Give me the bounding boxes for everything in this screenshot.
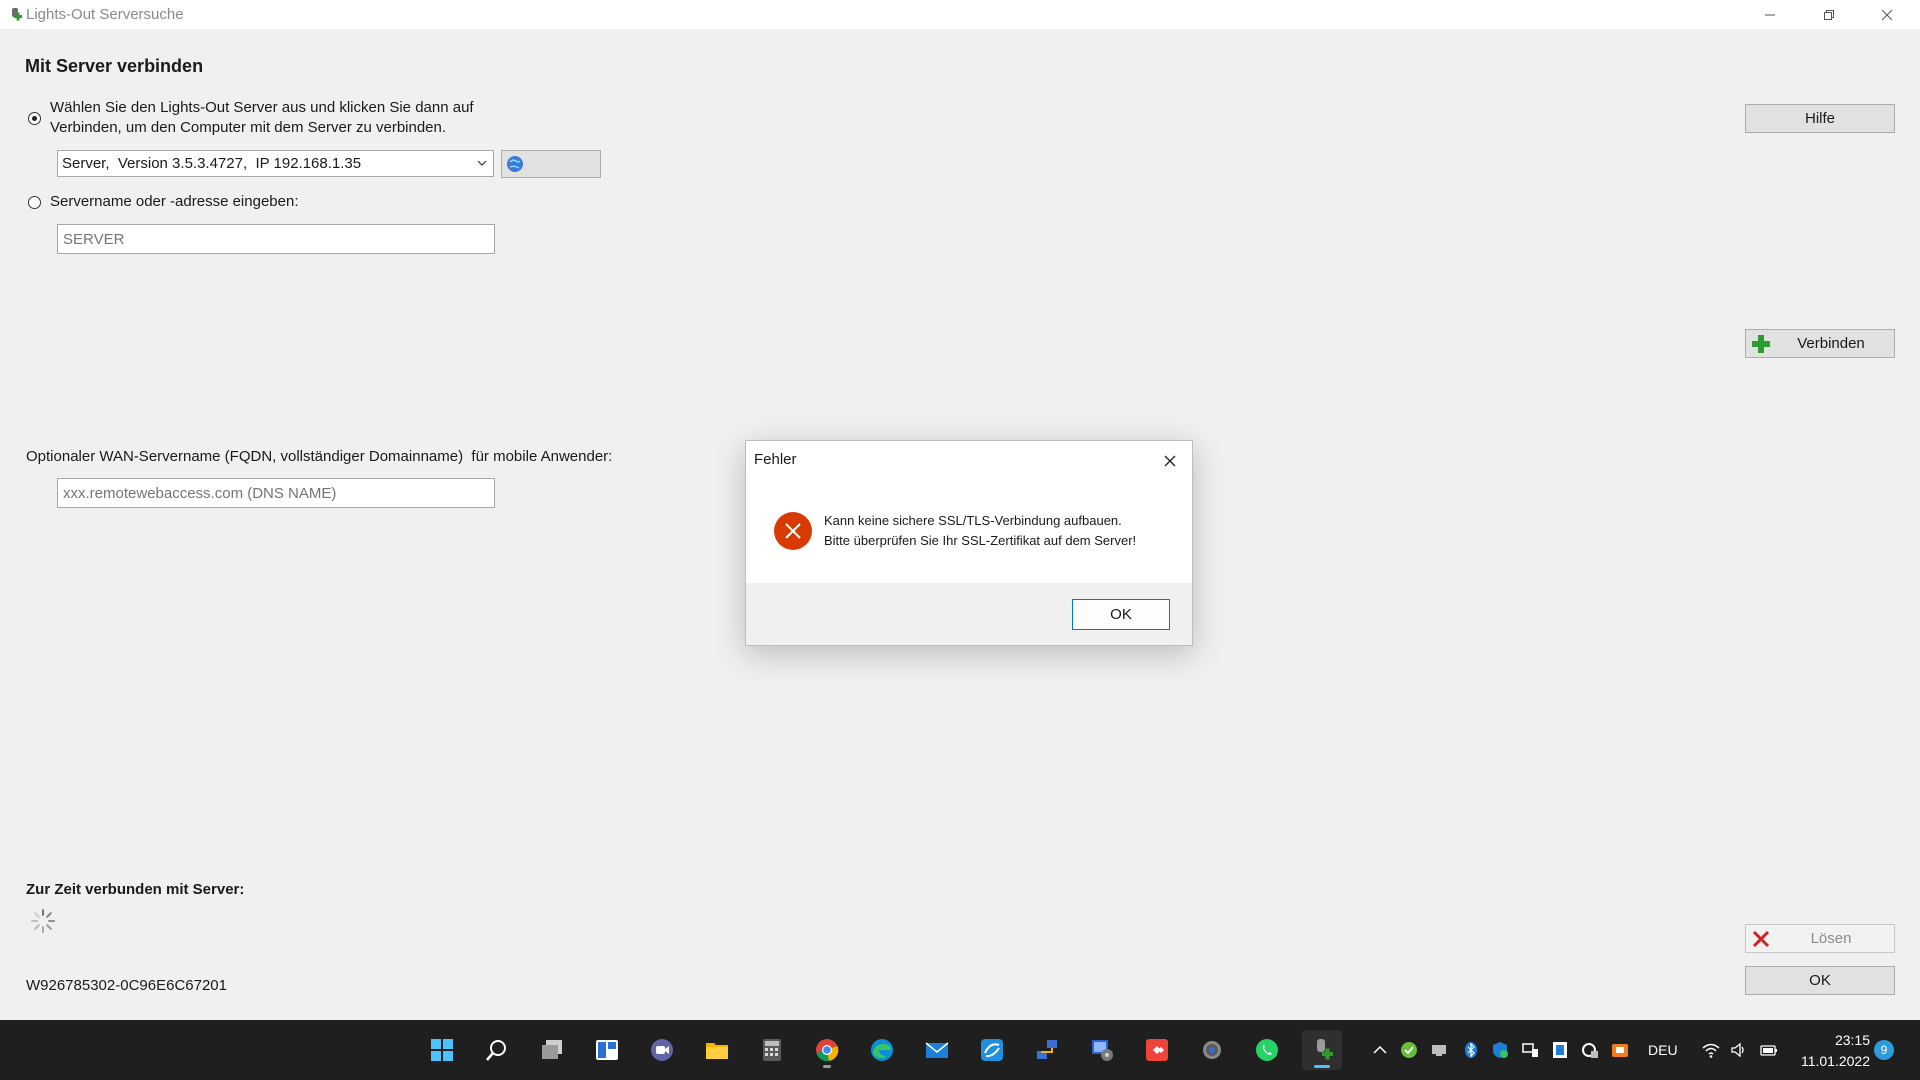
widgets-icon (596, 1040, 618, 1060)
disconnect-button[interactable]: Lösen (1745, 924, 1895, 953)
wifi-icon[interactable] (1702, 1041, 1720, 1059)
taskbar: DEU 23:15 11.01.2022 9 (0, 1020, 1920, 1080)
restore-icon (1824, 9, 1834, 20)
whatsapp-icon (1256, 1039, 1278, 1061)
settings-badge-tray-icon[interactable] (1581, 1041, 1599, 1059)
volume-icon[interactable] (1730, 1041, 1748, 1059)
calculator-icon (763, 1039, 781, 1061)
lights-out-icon (1317, 1039, 1333, 1060)
battery-icon[interactable] (1760, 1041, 1778, 1059)
error-dialog: Fehler Kann keine sichere SSL/TLS-Verbin… (745, 440, 1193, 646)
radio-manual-server-label[interactable]: Servername oder -adresse eingeben: (50, 192, 298, 212)
title-bar: Lights-Out Serversuche (0, 0, 1920, 29)
disconnect-button-label: Lösen (1810, 930, 1852, 947)
connect-heading: Mit Server verbinden (25, 56, 204, 76)
radio-select-server-label[interactable]: Wählen Sie den Lights-Out Server aus und… (50, 98, 510, 138)
help-button-label: Hilfe (1804, 110, 1835, 127)
chrome-open-indicator (823, 1065, 831, 1068)
connected-server-heading: Zur Zeit verbunden mit Server: (26, 881, 245, 898)
taskbar-server-tool[interactable] (1082, 1030, 1122, 1070)
chevron-up-icon[interactable] (1371, 1041, 1389, 1059)
lights-out-active-indicator (1314, 1065, 1330, 1068)
wan-server-input[interactable] (57, 478, 495, 508)
refresh-servers-button[interactable] (501, 150, 601, 178)
wan-server-label: Optionaler WAN-Servername (FQDN, vollstä… (26, 448, 613, 465)
taskbar-network-tool[interactable] (1027, 1030, 1067, 1070)
input-language[interactable]: DEU (1648, 1042, 1678, 1058)
gear-icon (1203, 1041, 1221, 1059)
minimize-button[interactable] (1741, 0, 1799, 29)
taskbar-settings[interactable] (1192, 1030, 1232, 1070)
close-icon (1881, 9, 1893, 20)
network-icon (1037, 1040, 1057, 1059)
server-icon (1092, 1040, 1113, 1061)
taskbar-lights-out[interactable] (1302, 1030, 1342, 1070)
taskbar-whatsapp[interactable] (1247, 1030, 1287, 1070)
check-shield-icon[interactable] (1400, 1041, 1418, 1059)
dialog-ok-button[interactable]: OK (1072, 599, 1170, 630)
clock-date[interactable]: 11.01.2022 (1798, 1053, 1870, 1069)
taskbar-calculator[interactable] (752, 1030, 792, 1070)
taskbar-widgets[interactable] (587, 1030, 627, 1070)
taskbar-anydesk[interactable] (1137, 1030, 1177, 1070)
start-button[interactable] (422, 1030, 462, 1070)
radio-select-server[interactable] (28, 112, 41, 125)
bluetooth-icon[interactable] (1462, 1041, 1480, 1059)
dialog-close-icon[interactable] (1158, 449, 1182, 473)
server-name-input[interactable] (57, 224, 495, 254)
chrome-icon (816, 1039, 839, 1062)
chevron-down-icon (477, 160, 487, 166)
orange-app-tray-icon[interactable] (1611, 1041, 1629, 1059)
taskbar-remote-app[interactable] (972, 1030, 1012, 1070)
device-id: W926785302-0C96E6C67201 (26, 977, 227, 994)
dialog-message-line1: Kann keine sichere SSL/TLS-Verbindung au… (824, 513, 1122, 528)
windows-security-icon[interactable] (1491, 1041, 1509, 1059)
document-tray-icon[interactable] (1551, 1041, 1569, 1059)
radio-manual-server[interactable] (28, 196, 41, 209)
dialog-ok-label: OK (1110, 606, 1132, 623)
error-icon (774, 512, 812, 550)
server-combobox-value: Server, Version 3.5.3.4727, IP 192.168.1… (62, 155, 362, 172)
ok-button-label: OK (1809, 972, 1831, 989)
ok-button[interactable]: OK (1745, 966, 1895, 995)
connect-button-label: Verbinden (1797, 335, 1865, 352)
mail-icon (925, 1042, 949, 1058)
task-view-icon (542, 1040, 562, 1059)
monitor-tray-icon[interactable] (1521, 1041, 1539, 1059)
notification-badge[interactable]: 9 (1874, 1040, 1894, 1060)
taskbar-search[interactable] (477, 1030, 517, 1070)
taskbar-mail[interactable] (917, 1030, 957, 1070)
windows-start-icon (431, 1039, 453, 1061)
server-combobox[interactable]: Server, Version 3.5.3.4727, IP 192.168.1… (57, 150, 494, 177)
taskbar-chrome[interactable] (807, 1030, 847, 1070)
dialog-message-line2: Bitte überprüfen Sie Ihr SSL-Zertifikat … (824, 533, 1137, 548)
close-button[interactable] (1858, 0, 1916, 29)
globe-refresh-icon (507, 156, 523, 172)
connect-button[interactable]: Verbinden (1745, 329, 1895, 358)
dialog-title: Fehler (754, 451, 797, 468)
plus-icon (1752, 335, 1770, 353)
x-icon (1752, 930, 1770, 948)
dialog-message: Kann keine sichere SSL/TLS-Verbindung au… (824, 511, 1136, 551)
taskbar-file-explorer[interactable] (697, 1030, 737, 1070)
anydesk-icon (1146, 1039, 1168, 1061)
edge-icon (871, 1039, 893, 1061)
folder-icon (706, 1043, 728, 1059)
loading-spinner-icon (31, 909, 55, 933)
chat-icon (651, 1039, 673, 1061)
minimize-icon (1765, 14, 1775, 15)
taskbar-task-view[interactable] (532, 1030, 572, 1070)
taskbar-teams-chat[interactable] (642, 1030, 682, 1070)
help-button[interactable]: Hilfe (1745, 104, 1895, 133)
lights-out-app-icon (12, 8, 22, 21)
remote-desktop-icon (981, 1039, 1003, 1061)
clock-time[interactable]: 23:15 (1820, 1032, 1870, 1048)
taskbar-edge[interactable] (862, 1030, 902, 1070)
search-icon (486, 1040, 506, 1061)
window-title: Lights-Out Serversuche (26, 6, 184, 23)
restore-button[interactable] (1800, 0, 1858, 29)
device-tray-icon[interactable] (1430, 1041, 1448, 1059)
